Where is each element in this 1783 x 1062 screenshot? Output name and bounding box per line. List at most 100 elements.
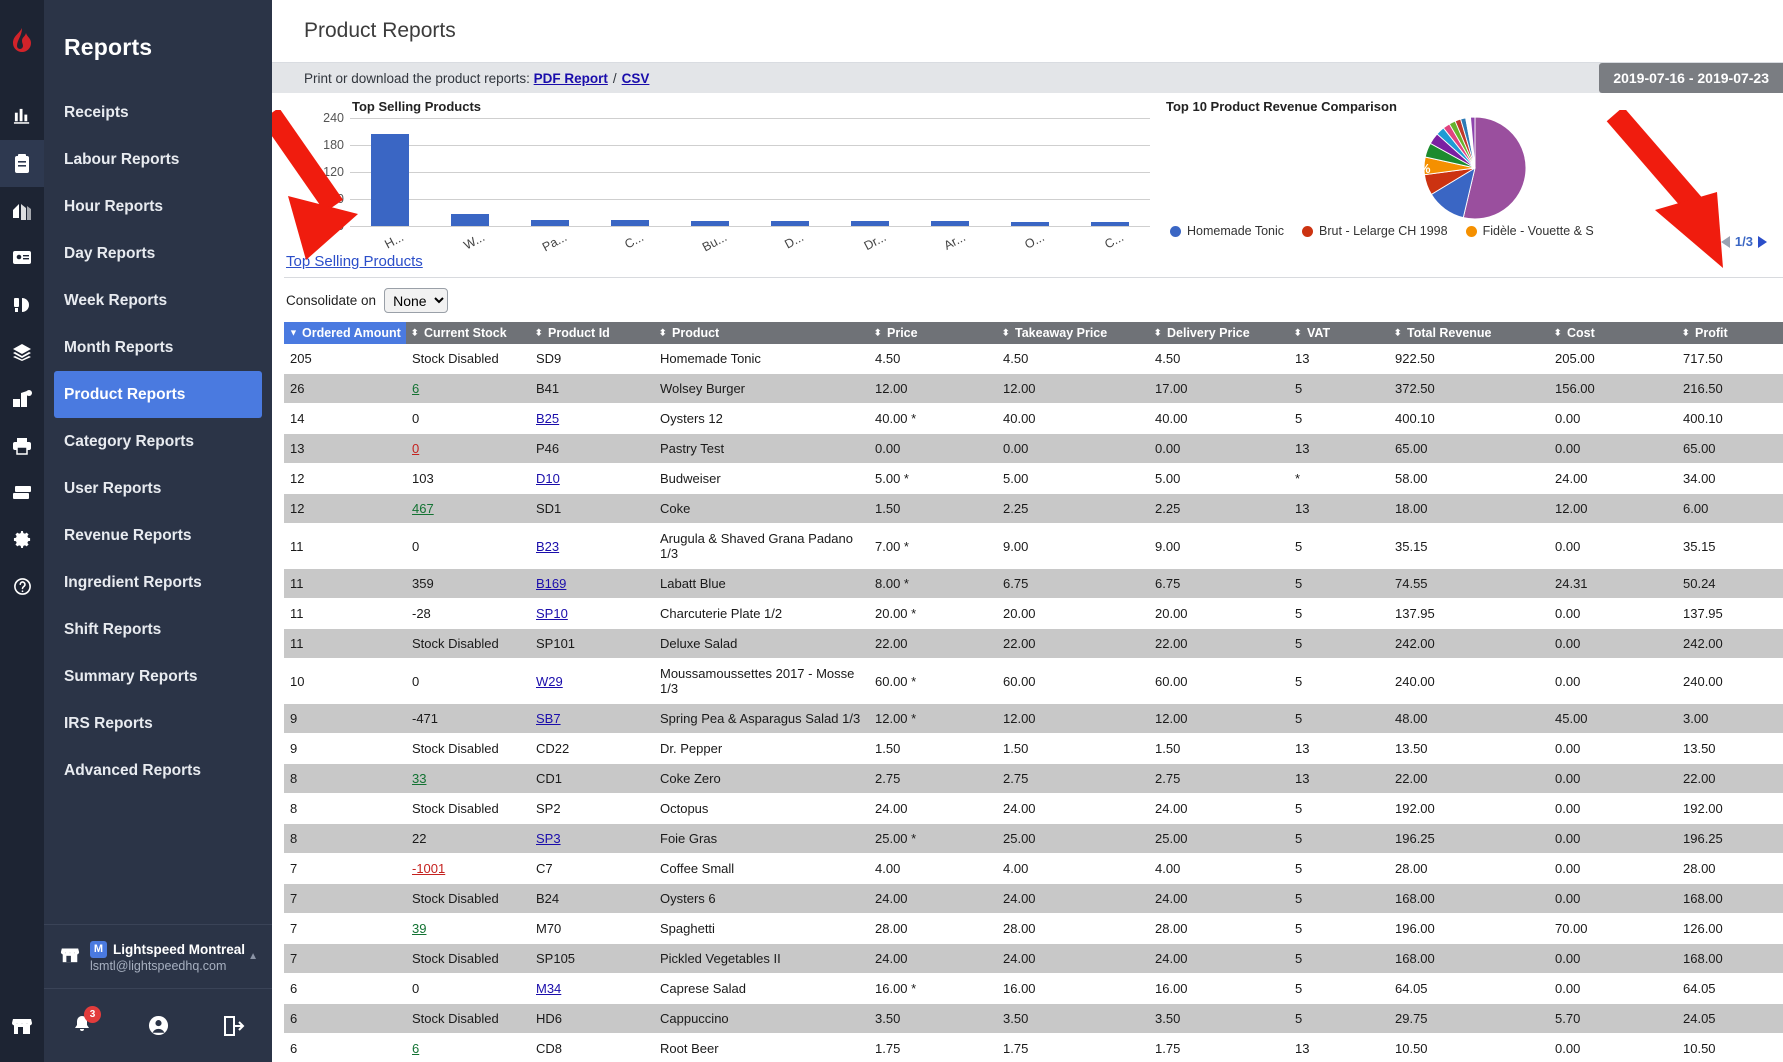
rail-icon-wine-glass[interactable]	[0, 281, 44, 328]
sidebar-item-product-reports[interactable]: Product Reports	[54, 371, 262, 418]
notifications-button[interactable]: 3	[44, 1006, 120, 1036]
pager-prev-icon[interactable]	[1720, 235, 1730, 248]
sidebar-item-day-reports[interactable]: Day Reports	[44, 230, 272, 277]
stock-link[interactable]: 6	[412, 381, 419, 396]
rail-icon-clipboard[interactable]	[0, 140, 44, 187]
cell-ordered-amount: 14	[284, 403, 406, 434]
product-id-link[interactable]: B25	[536, 411, 559, 426]
stock-link[interactable]: 33	[412, 771, 426, 786]
bar[interactable]	[610, 220, 650, 226]
chevron-up-icon[interactable]: ▲	[248, 951, 258, 962]
cell-total-revenue: 58.00	[1389, 463, 1549, 494]
store-switcher[interactable]: M Lightspeed Montreal lsmtl@lightspeedhq…	[44, 924, 272, 988]
pie-svg[interactable]	[1423, 116, 1527, 220]
product-id-link[interactable]: D10	[536, 471, 560, 486]
bar[interactable]	[930, 221, 970, 226]
rail-icon-cards[interactable]	[0, 469, 44, 516]
sidebar-item-labour-reports[interactable]: Labour Reports	[44, 136, 272, 183]
top-selling-products-link[interactable]: Top Selling Products	[284, 253, 423, 270]
cell-product-id: C7	[530, 853, 654, 884]
rail-icon-store-building[interactable]	[0, 187, 44, 234]
sort-both-icon: ⬍	[1554, 327, 1562, 338]
sidebar-item-receipts[interactable]: Receipts	[44, 89, 272, 136]
column-header-total-revenue[interactable]: ⬍ Total Revenue	[1389, 322, 1549, 344]
stock-link[interactable]: -1001	[412, 861, 445, 876]
product-id-link[interactable]: SB7	[536, 711, 561, 726]
rail-icon-id-card[interactable]	[0, 234, 44, 281]
date-range-pill[interactable]: 2019-07-16 - 2019-07-23	[1599, 63, 1783, 93]
legend-item[interactable]: Homemade Tonic	[1170, 224, 1284, 238]
cell-profit: 50.24	[1677, 568, 1783, 599]
column-header-product-id[interactable]: ⬍ Product Id	[530, 322, 654, 344]
sidebar-item-irs-reports[interactable]: IRS Reports	[44, 700, 272, 747]
cell-cost: 0.00	[1549, 1033, 1677, 1062]
cell-ordered-amount: 11	[284, 523, 406, 569]
page-title: Product Reports	[304, 19, 456, 42]
column-header-takeaway-price[interactable]: ⬍ Takeaway Price	[997, 322, 1149, 344]
bar[interactable]	[690, 220, 730, 226]
sidebar-item-shift-reports[interactable]: Shift Reports	[44, 606, 272, 653]
product-id-link[interactable]: W29	[536, 674, 563, 689]
column-header-cost[interactable]: ⬍ Cost	[1549, 322, 1677, 344]
stock-link[interactable]: 0	[412, 441, 419, 456]
sidebar-item-advanced-reports[interactable]: Advanced Reports	[44, 747, 272, 794]
bar[interactable]	[770, 220, 810, 226]
table-row: 26 6 B41 Wolsey Burger 12.00 12.00 17.00 5 372.5…	[284, 373, 1783, 404]
legend-item[interactable]: Fidèle - Vouette & S	[1465, 224, 1594, 238]
lightspeed-flame-logo[interactable]	[11, 28, 33, 59]
stock-link[interactable]: 39	[412, 921, 426, 936]
sidebar-item-hour-reports[interactable]: Hour Reports	[44, 183, 272, 230]
column-header-price[interactable]: ⬍ Price	[869, 322, 997, 344]
rail-icon-gear[interactable]	[0, 516, 44, 563]
column-header-product[interactable]: ⬍ Product	[654, 322, 869, 344]
column-header-delivery-price[interactable]: ⬍ Delivery Price	[1149, 322, 1289, 344]
bar[interactable]	[1090, 221, 1130, 226]
rail-icon-printer[interactable]	[0, 422, 44, 469]
sidebar-item-category-reports[interactable]: Category Reports	[44, 418, 272, 465]
product-id-link[interactable]: M34	[536, 981, 561, 996]
product-id-link[interactable]: B169	[536, 576, 566, 591]
cell-product: Deluxe Salad	[654, 628, 869, 659]
sidebar-item-label: Labour Reports	[64, 150, 180, 168]
legend-item[interactable]: Brut - Lelarge CH 1998	[1302, 224, 1448, 238]
rail-icon-layers[interactable]	[0, 328, 44, 375]
rail-store-icon[interactable]	[0, 988, 44, 1062]
bar[interactable]	[850, 221, 890, 226]
column-header-ordered-amount[interactable]: ▼ Ordered Amount	[284, 322, 406, 344]
account-button[interactable]	[120, 1015, 196, 1036]
product-id-link[interactable]: SP3	[536, 831, 561, 846]
rail-icon-help-circle[interactable]	[0, 563, 44, 610]
logout-button[interactable]	[196, 1015, 272, 1036]
pdf-report-link[interactable]: PDF Report	[534, 71, 608, 86]
sidebar-item-revenue-reports[interactable]: Revenue Reports	[44, 512, 272, 559]
bar[interactable]	[530, 219, 570, 226]
bar[interactable]	[370, 133, 410, 226]
cell-ordered-amount: 9	[284, 733, 406, 764]
column-header-current-stock[interactable]: ⬍ Current Stock	[406, 322, 530, 344]
sidebar-item-ingredient-reports[interactable]: Ingredient Reports	[44, 559, 272, 606]
rail-icon-chart-bars[interactable]	[0, 93, 44, 140]
bar[interactable]	[1010, 221, 1050, 226]
cell-cost: 0.00	[1549, 433, 1677, 464]
cell-ordered-amount: 12	[284, 493, 406, 524]
bar-series	[350, 118, 1150, 226]
bar[interactable]	[450, 214, 490, 226]
csv-link[interactable]: CSV	[622, 71, 650, 86]
column-header-vat[interactable]: ⬍ VAT	[1289, 322, 1389, 344]
cell-total-revenue: 196.25	[1389, 823, 1549, 854]
sidebar-item-summary-reports[interactable]: Summary Reports	[44, 653, 272, 700]
stock-link[interactable]: 467	[412, 501, 434, 516]
pager-next-icon[interactable]	[1758, 235, 1767, 248]
rail-icon-products[interactable]	[0, 375, 44, 422]
stock-link[interactable]: 6	[412, 1041, 419, 1056]
product-id-link[interactable]: B23	[536, 539, 559, 554]
cell-price: 12.00	[869, 373, 997, 404]
cell-cost: 24.00	[1549, 463, 1677, 494]
consolidate-select[interactable]: None	[384, 288, 449, 313]
product-id-link[interactable]: SP10	[536, 606, 568, 621]
sidebar-item-user-reports[interactable]: User Reports	[44, 465, 272, 512]
sidebar-title: Reports	[64, 34, 153, 60]
sidebar-item-week-reports[interactable]: Week Reports	[44, 277, 272, 324]
sidebar-item-month-reports[interactable]: Month Reports	[44, 324, 272, 371]
column-header-profit[interactable]: ⬍ Profit	[1677, 322, 1783, 344]
